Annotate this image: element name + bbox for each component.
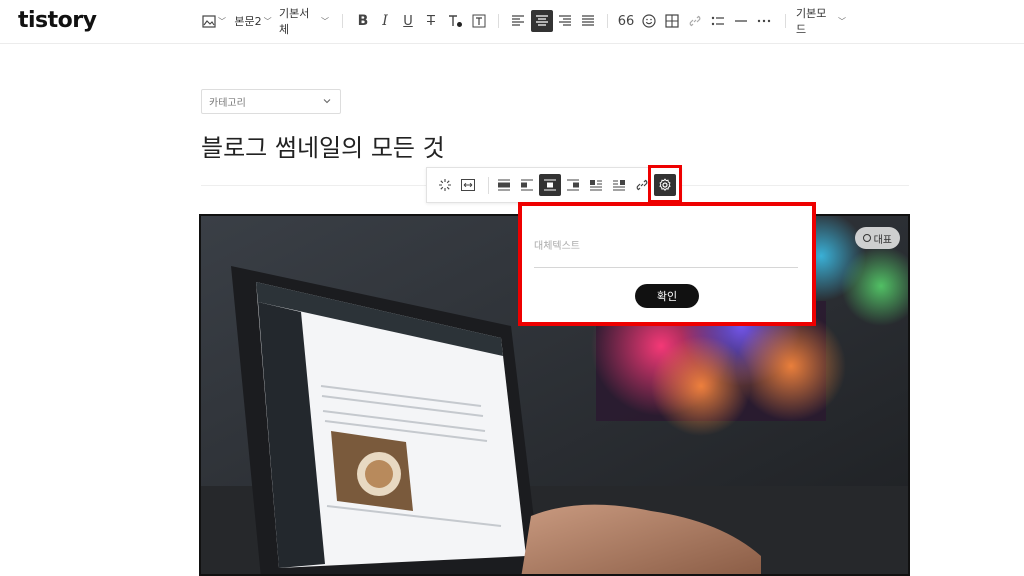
resize-button[interactable]	[457, 174, 479, 196]
insert-image-button[interactable]: ﹀	[202, 10, 226, 32]
horizontal-rule-icon	[735, 20, 747, 22]
link-icon	[636, 179, 648, 191]
toolbar-divider	[488, 177, 489, 194]
wrap-right-button[interactable]	[608, 174, 630, 196]
emoji-button[interactable]	[640, 10, 658, 32]
table-button[interactable]	[663, 10, 681, 32]
table-icon	[665, 14, 679, 28]
float-right-button[interactable]	[562, 174, 584, 196]
align-left-icon	[512, 15, 524, 26]
align-justify-icon	[582, 15, 594, 26]
chevron-down-icon: ﹀	[838, 16, 846, 26]
image-toolbar	[426, 167, 682, 203]
confirm-button[interactable]: 확인	[635, 284, 699, 308]
wrap-text-right-icon	[613, 180, 625, 191]
image-effect-button[interactable]	[434, 174, 456, 196]
category-label: 카테고리	[209, 98, 246, 109]
alt-text-input[interactable]	[534, 226, 798, 268]
wrap-text-left-icon	[590, 180, 602, 191]
align-right-icon	[559, 15, 571, 26]
resize-icon	[461, 179, 475, 191]
chevron-down-icon: ﹀	[321, 16, 329, 26]
representative-image-toggle[interactable]: 대표	[854, 227, 900, 249]
text-color-icon	[449, 15, 462, 27]
bulleted-list-button[interactable]	[709, 10, 727, 32]
link-button[interactable]	[686, 10, 704, 32]
text-color-button[interactable]	[445, 10, 465, 32]
text-background-icon	[472, 14, 486, 28]
editor-mode-dropdown[interactable]: 기본모드 ﹀	[796, 7, 846, 36]
chevron-down-icon: ﹀	[218, 16, 226, 26]
float-left-button[interactable]	[516, 174, 538, 196]
text-background-button[interactable]	[470, 10, 488, 32]
circle-icon	[862, 234, 871, 242]
strikethrough-icon: T	[427, 13, 435, 29]
font-dropdown[interactable]: 기본서체 ﹀	[279, 7, 329, 36]
category-select[interactable]: 카테고리	[201, 89, 341, 114]
float-left-icon	[521, 179, 533, 191]
paragraph-style-dropdown[interactable]: 본문2 ﹀	[234, 10, 272, 32]
editor-mode-label: 기본모드	[796, 7, 827, 36]
quote-icon: 66	[617, 13, 635, 29]
link-icon	[689, 15, 701, 27]
toolbar-divider	[785, 14, 786, 28]
more-horizontal-icon	[757, 19, 771, 23]
align-center-icon	[536, 15, 548, 26]
alt-text-popover: 확인	[518, 202, 816, 326]
italic-icon: I	[382, 13, 388, 29]
toolbar-divider	[607, 14, 608, 28]
wrap-left-button[interactable]	[585, 174, 607, 196]
font-label: 기본서체	[279, 7, 310, 36]
underline-button[interactable]: U	[399, 10, 417, 32]
underline-icon: U	[403, 13, 413, 29]
align-justify-button[interactable]	[578, 10, 598, 32]
quote-button[interactable]: 66	[616, 10, 636, 32]
paragraph-style-label: 본문2	[234, 15, 262, 28]
bulleted-list-icon	[711, 16, 724, 26]
strikethrough-button[interactable]: T	[422, 10, 440, 32]
highlight-box	[648, 165, 682, 203]
image-icon	[202, 14, 216, 28]
bold-button[interactable]: B	[354, 10, 372, 32]
representative-label: 대표	[873, 234, 892, 246]
emoji-icon	[642, 14, 656, 28]
more-options-button[interactable]	[755, 10, 773, 32]
editor-toolbar: tistory ﹀ 본문2 ﹀ 기본서체 ﹀ B I U T 66 기본모드 ﹀	[0, 0, 1024, 44]
align-left-button[interactable]	[508, 10, 528, 32]
align-center-image-button[interactable]	[539, 174, 561, 196]
align-center-button[interactable]	[531, 10, 553, 32]
sparkle-icon	[439, 179, 451, 191]
chevron-down-icon: ﹀	[263, 16, 272, 26]
float-right-icon	[567, 179, 579, 191]
italic-button[interactable]: I	[376, 10, 394, 32]
align-right-button[interactable]	[555, 10, 575, 32]
toolbar-divider	[342, 14, 343, 28]
chevron-down-icon	[323, 99, 331, 104]
horizontal-rule-button[interactable]	[732, 10, 750, 32]
align-center-image-icon	[544, 179, 556, 191]
toolbar-divider	[498, 14, 499, 28]
tistory-logo[interactable]: tistory	[18, 8, 97, 33]
full-width-icon	[498, 179, 510, 191]
full-width-button[interactable]	[493, 174, 515, 196]
bold-icon: B	[357, 13, 369, 29]
post-title[interactable]: 블로그 썸네일의 모든 것	[201, 128, 445, 163]
